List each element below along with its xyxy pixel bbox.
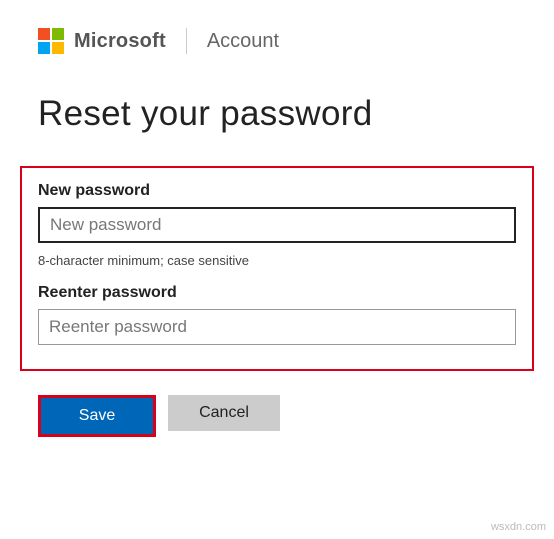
button-row: Save Cancel — [38, 395, 554, 437]
new-password-input[interactable] — [38, 207, 516, 243]
reenter-password-label: Reenter password — [38, 284, 516, 302]
watermark: wsxdn.com — [491, 521, 546, 533]
save-button[interactable]: Save — [41, 398, 153, 434]
reenter-password-group: Reenter password — [38, 284, 516, 345]
save-button-highlight: Save — [38, 395, 156, 437]
header: Microsoft Account — [0, 0, 554, 54]
reenter-password-input[interactable] — [38, 309, 516, 345]
page-title: Reset your password — [0, 54, 554, 134]
microsoft-logo-icon — [38, 28, 64, 54]
password-form-highlight: New password 8-character minimum; case s… — [20, 166, 534, 371]
cancel-button[interactable]: Cancel — [168, 395, 280, 431]
password-hint: 8-character minimum; case sensitive — [38, 253, 516, 268]
section-text: Account — [207, 30, 279, 53]
brand-text: Microsoft — [74, 30, 166, 53]
new-password-group: New password — [38, 182, 516, 243]
new-password-label: New password — [38, 182, 516, 200]
header-divider — [186, 28, 187, 54]
